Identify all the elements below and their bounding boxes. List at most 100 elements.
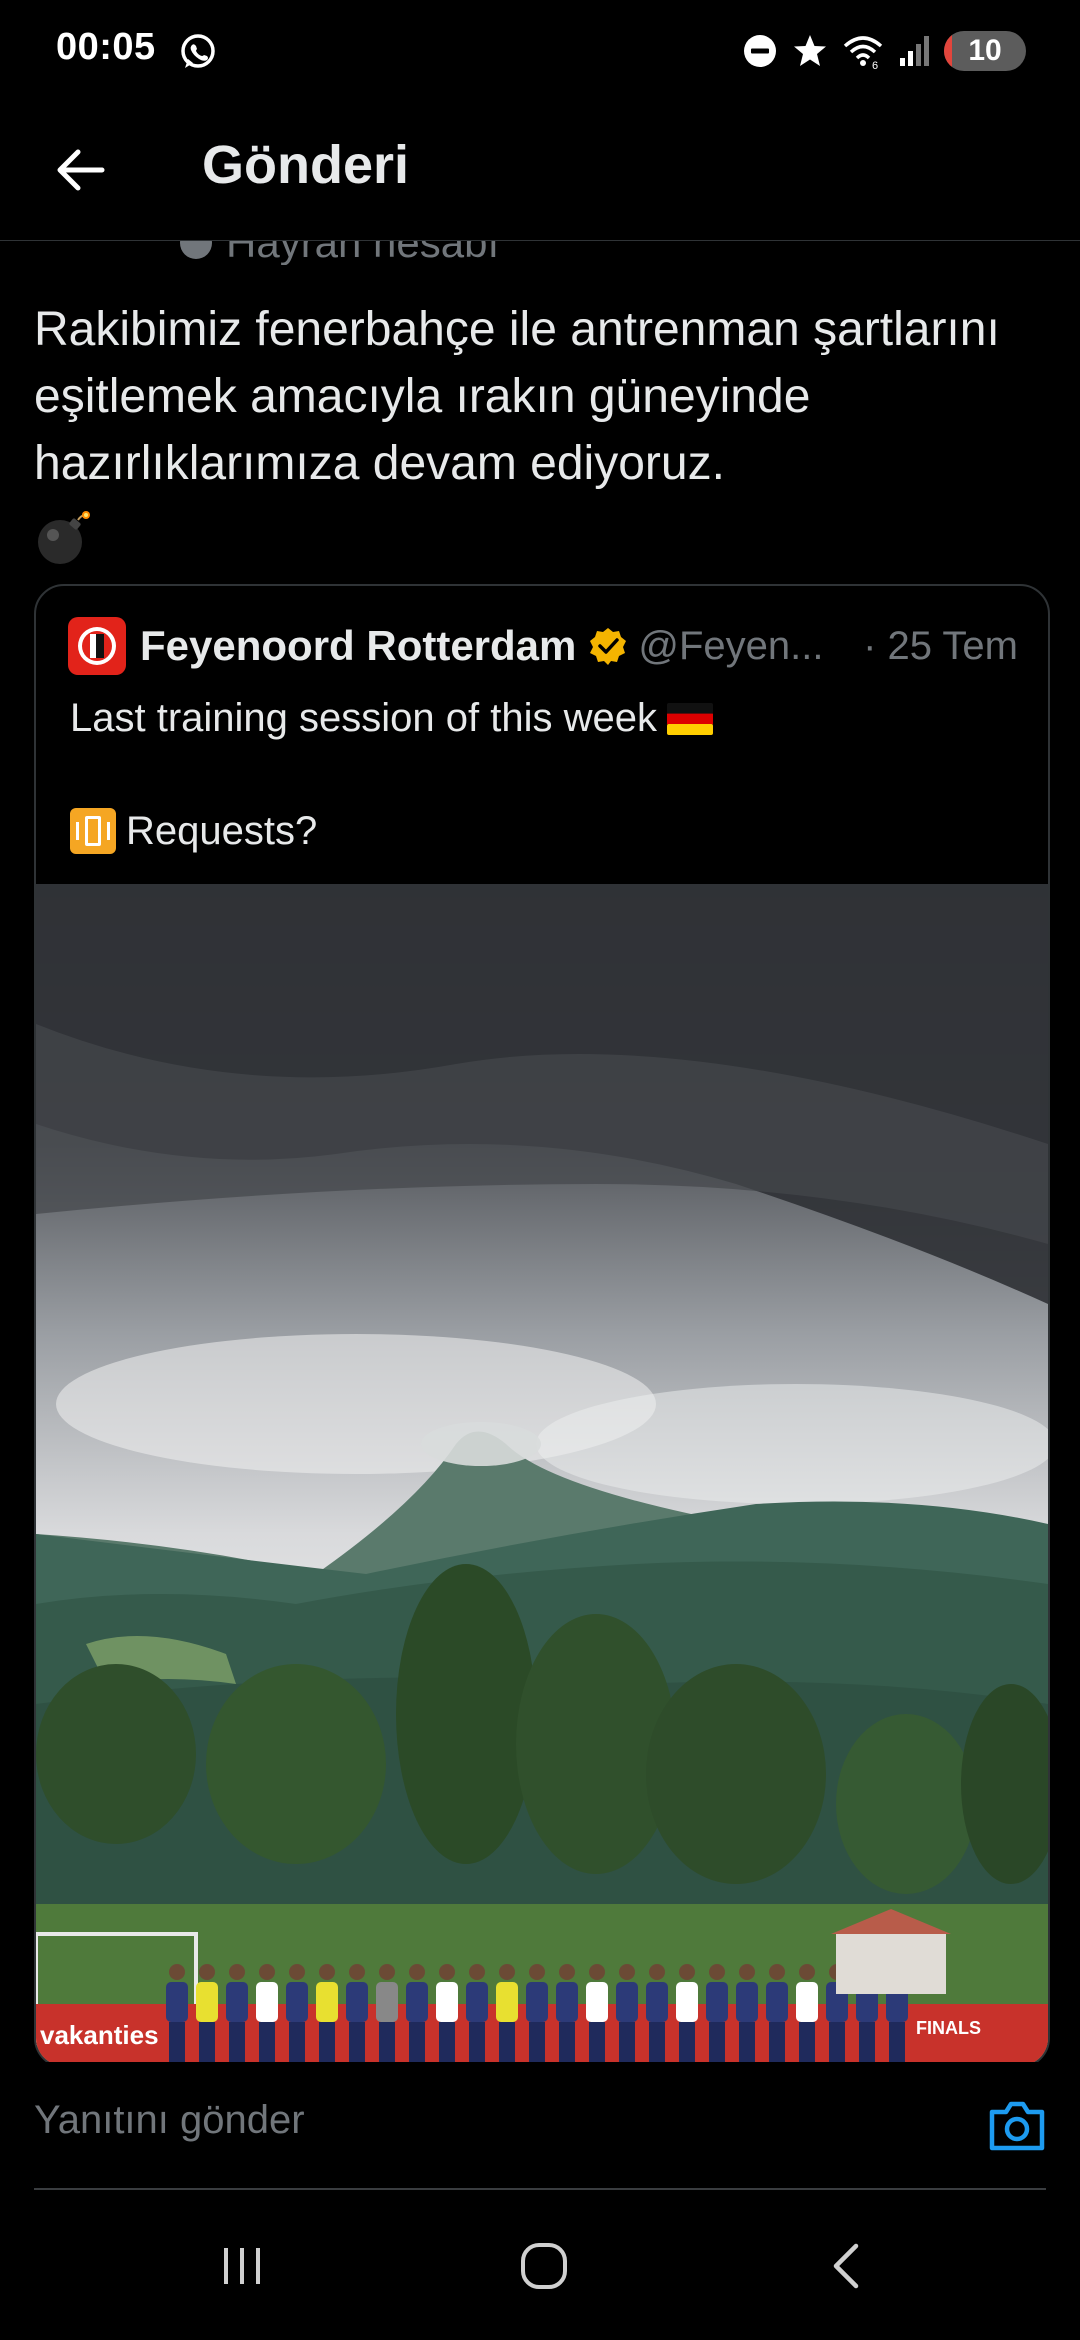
player-head [259, 1964, 275, 1980]
quoted-tweet-card[interactable]: Feyenoord Rotterdam @Feyen... · 25 Tem L… [34, 584, 1050, 2068]
player-head [529, 1964, 545, 1980]
player-figure [706, 1982, 728, 2022]
quoted-tweet-header: Feyenoord Rotterdam @Feyen... · 25 Tem [68, 616, 1018, 676]
home-icon [521, 2243, 567, 2289]
player-head [439, 1964, 455, 1980]
status-bar: 00:05 6 10 [0, 0, 1080, 100]
vibration-mode-icon [70, 808, 116, 854]
quoted-author-handle: @Feyen... [638, 623, 824, 668]
player-head [799, 1964, 815, 1980]
quoted-tweet-date: · 25 Tem [863, 623, 1018, 668]
player-head [409, 1964, 425, 1980]
player-legs [349, 2022, 365, 2062]
quoted-text-2: Requests? [126, 808, 318, 853]
player-legs [259, 2022, 275, 2062]
player-legs [199, 2022, 215, 2062]
player-figure [586, 1982, 608, 2022]
player-figure [676, 1982, 698, 2022]
camera-icon[interactable] [988, 2100, 1046, 2152]
svg-text:6: 6 [872, 60, 878, 70]
player-head [499, 1964, 515, 1980]
back-nav-button[interactable] [806, 2226, 886, 2306]
player-legs [229, 2022, 245, 2062]
star-icon [794, 35, 826, 66]
player-legs [499, 2022, 515, 2062]
player-legs [439, 2022, 455, 2062]
battery-indicator: 10 [944, 31, 1026, 71]
player-head [319, 1964, 335, 1980]
player-legs [769, 2022, 785, 2062]
player-legs [679, 2022, 695, 2062]
player-figure [466, 1982, 488, 2022]
back-button[interactable] [48, 138, 112, 202]
player-head [619, 1964, 635, 1980]
player-head [469, 1964, 485, 1980]
player-legs [589, 2022, 605, 2062]
ad-board-text: vakanties [40, 2020, 159, 2050]
player-figure [616, 1982, 638, 2022]
account-label-icon [180, 241, 212, 259]
quoted-text-1: Last training session of this week [70, 696, 657, 740]
arrow-left-icon [57, 149, 105, 191]
player-legs [799, 2022, 815, 2062]
player-figure [436, 1982, 458, 2022]
player-figure [166, 1982, 188, 2022]
player-figure [346, 1982, 368, 2022]
player-legs [529, 2022, 545, 2062]
reply-divider [34, 2188, 1046, 2190]
player-head [349, 1964, 365, 1980]
player-figure [256, 1982, 278, 2022]
quoted-author-name[interactable]: Feyenoord Rotterdam [140, 622, 576, 670]
reply-bar: Yanıtını gönder [0, 2062, 1080, 2190]
player-legs [469, 2022, 485, 2062]
avatar[interactable] [68, 617, 126, 675]
verified-badge-icon [590, 628, 627, 665]
player-head [679, 1964, 695, 1980]
author-label-partial: Hayran hesabı [180, 241, 780, 265]
player-legs [829, 2022, 845, 2062]
player-head [589, 1964, 605, 1980]
player-figure [796, 1982, 818, 2022]
player-figure [646, 1982, 668, 2022]
status-time: 00:05 [56, 26, 156, 68]
player-legs [859, 2022, 875, 2062]
quoted-text-line-1: Last training session of this week [70, 696, 713, 741]
ad-board-text-right: FINALS [916, 2018, 981, 2038]
player-figure [526, 1982, 548, 2022]
player-legs [619, 2022, 635, 2062]
wifi-icon: 6 [843, 36, 883, 70]
player-head [289, 1964, 305, 1980]
player-head [169, 1964, 185, 1980]
player-head [739, 1964, 755, 1980]
home-button[interactable] [504, 2226, 584, 2306]
player-head [379, 1964, 395, 1980]
tweet-text: Rakibimiz fenerbahçe ile antrenman şartl… [34, 303, 1000, 490]
recent-apps-button[interactable] [202, 2226, 282, 2306]
player-head [559, 1964, 575, 1980]
top-app-bar: Gönderi [0, 100, 1080, 241]
player-head [709, 1964, 725, 1980]
player-legs [709, 2022, 725, 2062]
player-figure [196, 1982, 218, 2022]
player-legs [739, 2022, 755, 2062]
player-figure [766, 1982, 788, 2022]
quoted-text-line-2: Requests? [70, 808, 317, 854]
player-legs [409, 2022, 425, 2062]
whatsapp-icon [181, 34, 215, 68]
status-icons: 6 10 [742, 28, 1026, 74]
feyenoord-logo-icon [78, 627, 116, 665]
training-photo[interactable]: vakanties FINALS [36, 884, 1048, 2066]
player-figure [496, 1982, 518, 2022]
signal-icon [900, 36, 929, 66]
battery-level: 10 [968, 34, 1002, 67]
reply-input[interactable]: Yanıtını gönder [34, 2098, 305, 2143]
system-nav-bar [0, 2192, 1080, 2340]
author-label-text: Hayran hesabı [226, 241, 500, 265]
bomb-emoji [38, 511, 90, 564]
player-legs [289, 2022, 305, 2062]
player-head [229, 1964, 245, 1980]
german-flag-emoji [666, 702, 713, 735]
player-head [649, 1964, 665, 1980]
page-title: Gönderi [202, 135, 410, 195]
player-legs [649, 2022, 665, 2062]
